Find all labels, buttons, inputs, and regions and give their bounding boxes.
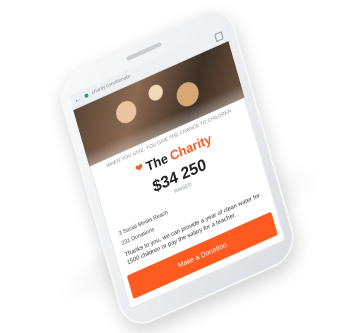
tab-switcher-icon[interactable] xyxy=(214,31,224,43)
back-arrow-icon[interactable]: ← xyxy=(74,95,82,105)
hands-icon: ❤ xyxy=(134,161,145,176)
logo-text-the: The xyxy=(144,149,170,174)
secure-lock-icon xyxy=(84,92,89,99)
